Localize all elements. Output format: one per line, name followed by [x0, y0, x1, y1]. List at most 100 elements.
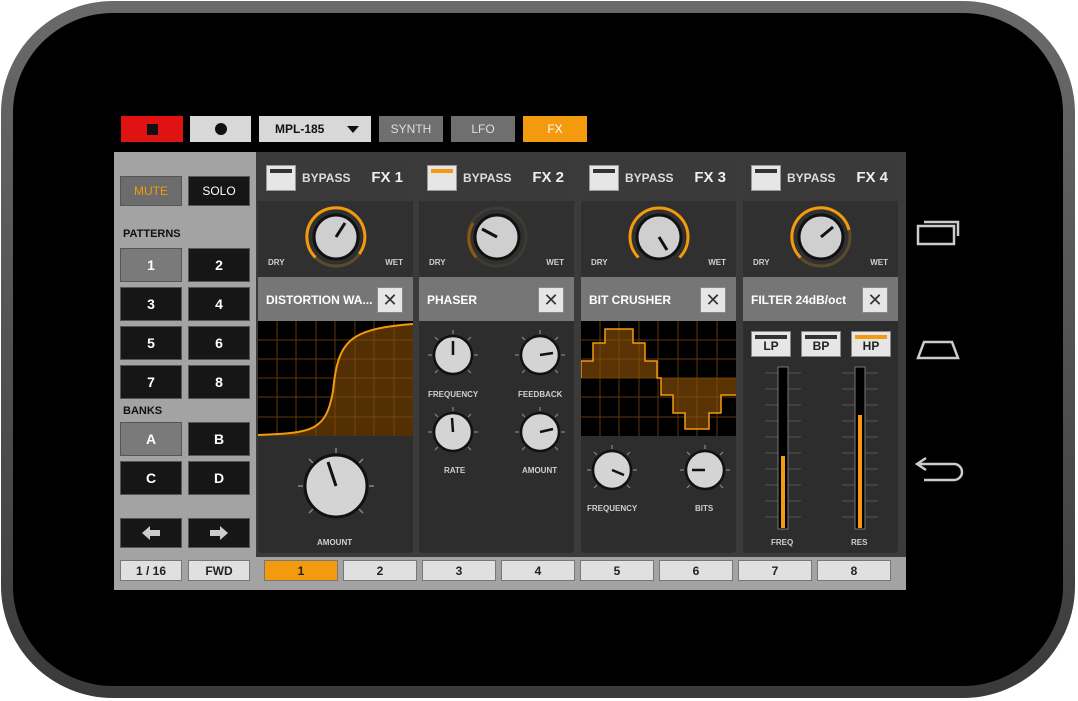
- back-icon[interactable]: [914, 456, 966, 486]
- feedback-knob[interactable]: [514, 329, 566, 381]
- pattern-button-3[interactable]: 3: [120, 287, 182, 321]
- step-length-button[interactable]: 1 / 16: [120, 560, 182, 581]
- direction-button[interactable]: FWD: [188, 560, 250, 581]
- wet-label: WET: [385, 258, 403, 267]
- bypass-toggle[interactable]: [266, 165, 296, 191]
- res-slider[interactable]: [840, 365, 880, 530]
- page-button-6[interactable]: 6: [659, 560, 733, 581]
- wet-label: WET: [708, 258, 726, 267]
- fx-slot-label: FX 2: [532, 169, 564, 186]
- pattern-button-8[interactable]: 8: [188, 365, 250, 399]
- pattern-label: 3: [147, 296, 155, 312]
- tab-fx[interactable]: FX: [523, 116, 587, 142]
- record-button[interactable]: [190, 116, 251, 142]
- dry-wet-knob[interactable]: [789, 205, 853, 269]
- direction-label: FWD: [205, 563, 233, 578]
- fx-slot-label: FX 4: [856, 169, 888, 186]
- fx-panel-3: BYPASS FX 3 DRY WET BIT CRUSHER ✕ FREQUE…: [581, 155, 736, 553]
- instrument-select[interactable]: MPL-185: [259, 116, 371, 142]
- page-button-8[interactable]: 8: [817, 560, 891, 581]
- effect-name: BIT CRUSHER: [589, 293, 672, 307]
- page-label: 6: [692, 563, 700, 578]
- page-button-7[interactable]: 7: [738, 560, 812, 581]
- bank-button-b[interactable]: B: [188, 422, 250, 456]
- filter-hp-button[interactable]: HP: [851, 331, 891, 357]
- page-button-5[interactable]: 5: [580, 560, 654, 581]
- page-label: 5: [613, 563, 621, 578]
- pattern-button-5[interactable]: 5: [120, 326, 182, 360]
- close-button[interactable]: ✕: [700, 287, 726, 313]
- solo-button[interactable]: SOLO: [188, 176, 250, 206]
- bypass-toggle[interactable]: [427, 165, 457, 191]
- res-label: RES: [851, 538, 868, 547]
- bits-label: BITS: [695, 504, 714, 513]
- page-button-3[interactable]: 3: [422, 560, 496, 581]
- bits-knob[interactable]: [679, 444, 731, 496]
- bank-button-d[interactable]: D: [188, 461, 250, 495]
- fx-panel-2: BYPASS FX 2 DRY WET PHASER ✕ FREQUENCY F…: [419, 155, 574, 553]
- close-button[interactable]: ✕: [862, 287, 888, 313]
- bypass-label: BYPASS: [463, 171, 512, 185]
- freq-slider[interactable]: [763, 365, 803, 530]
- bypass-toggle[interactable]: [751, 165, 781, 191]
- close-button[interactable]: ✕: [377, 287, 403, 313]
- chevron-down-icon: [347, 126, 359, 133]
- dry-wet-knob[interactable]: [627, 205, 691, 269]
- pattern-label: 7: [147, 374, 155, 390]
- wet-label: WET: [546, 258, 564, 267]
- recents-icon[interactable]: [914, 216, 962, 246]
- stop-button[interactable]: [121, 116, 183, 142]
- rate-label: RATE: [444, 466, 466, 475]
- bank-button-a[interactable]: A: [120, 422, 182, 456]
- effect-name-bar: PHASER ✕: [419, 277, 574, 321]
- frequency-knob[interactable]: [427, 329, 479, 381]
- mix-zone: DRY WET: [743, 201, 898, 277]
- tab-lfo[interactable]: LFO: [451, 116, 515, 142]
- rate-knob[interactable]: [427, 406, 479, 458]
- tab-synth[interactable]: SYNTH: [379, 116, 443, 142]
- bank-label: D: [213, 470, 225, 486]
- bypass-toggle[interactable]: [589, 165, 619, 191]
- page-button-2[interactable]: 2: [343, 560, 417, 581]
- bank-label: A: [145, 431, 157, 447]
- arrow-left-icon: [142, 526, 160, 540]
- home-icon[interactable]: [914, 334, 962, 364]
- phaser-amount-knob[interactable]: [514, 406, 566, 458]
- fx-panel-1: BYPASS FX 1 DRY WET DISTORTION WA... ✕ A…: [258, 155, 413, 553]
- amount-knob[interactable]: [296, 446, 376, 526]
- app-screen: MPL-185 SYNTH LFO FX MUTE SOLO PATTERNS …: [114, 112, 906, 590]
- tab-lfo-label: LFO: [471, 122, 495, 136]
- page-button-4[interactable]: 4: [501, 560, 575, 581]
- page-label: 4: [534, 563, 542, 578]
- pattern-button-2[interactable]: 2: [188, 248, 250, 282]
- dry-label: DRY: [753, 258, 770, 267]
- fx-header: BYPASS FX 1: [258, 155, 413, 201]
- filter-lp-button[interactable]: LP: [751, 331, 791, 357]
- next-button[interactable]: [188, 518, 250, 548]
- close-icon: ✕: [867, 289, 883, 310]
- mix-zone: DRY WET: [419, 201, 574, 277]
- dry-wet-knob[interactable]: [465, 205, 529, 269]
- bank-button-c[interactable]: C: [120, 461, 182, 495]
- pattern-button-7[interactable]: 7: [120, 365, 182, 399]
- pattern-button-6[interactable]: 6: [188, 326, 250, 360]
- filter-led: [805, 335, 837, 339]
- mute-button[interactable]: MUTE: [120, 176, 182, 206]
- close-icon: ✕: [543, 289, 559, 310]
- mix-zone: DRY WET: [258, 201, 413, 277]
- sidebar: MUTE SOLO PATTERNS 1 2 3 4 5 6 7 8 BANKS…: [114, 152, 256, 562]
- effect-name: FILTER 24dB/oct: [751, 293, 847, 307]
- bottom-bar: 1 / 16 FWD 1 2 3 4 5 6 7 8: [114, 557, 906, 590]
- prev-button[interactable]: [120, 518, 182, 548]
- close-button[interactable]: ✕: [538, 287, 564, 313]
- pattern-button-1[interactable]: 1: [120, 248, 182, 282]
- bypass-led: [431, 169, 453, 173]
- patterns-heading: PATTERNS: [123, 228, 181, 240]
- crusher-frequency-knob[interactable]: [586, 444, 638, 496]
- page-button-1[interactable]: 1: [264, 560, 338, 581]
- dry-wet-knob[interactable]: [304, 205, 368, 269]
- effect-name: PHASER: [427, 293, 478, 307]
- filter-label: LP: [763, 339, 779, 353]
- pattern-button-4[interactable]: 4: [188, 287, 250, 321]
- filter-bp-button[interactable]: BP: [801, 331, 841, 357]
